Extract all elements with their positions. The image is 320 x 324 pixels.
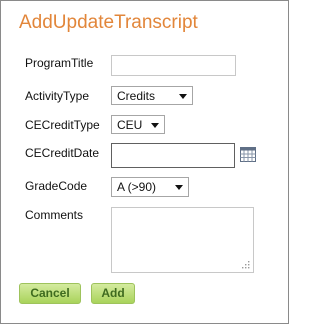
ce-credit-type-select[interactable]: CEU (111, 115, 165, 134)
chevron-down-icon (151, 123, 159, 128)
grade-code-select[interactable]: A (>90) (111, 177, 189, 197)
form-title: AddUpdateTranscript (19, 12, 198, 33)
chevron-down-icon (179, 94, 187, 99)
activity-type-value: Credits (117, 89, 156, 103)
ce-credit-date-input[interactable] (111, 143, 235, 168)
ce-credit-type-label: CECreditType (25, 118, 100, 132)
add-button[interactable]: Add (91, 283, 135, 304)
comments-label: Comments (25, 208, 84, 222)
grade-code-label: GradeCode (25, 179, 88, 193)
resize-grip-icon[interactable] (242, 261, 250, 269)
chevron-down-icon (175, 185, 183, 190)
grade-code-value: A (>90) (117, 180, 157, 194)
program-title-input[interactable] (111, 55, 236, 76)
cancel-button[interactable]: Cancel (19, 283, 81, 304)
activity-type-label: ActivityType (25, 89, 90, 103)
program-title-label: ProgramTitle (25, 56, 94, 70)
calendar-icon[interactable] (240, 147, 256, 162)
activity-type-select[interactable]: Credits (111, 86, 193, 105)
ce-credit-date-label: CECreditDate (25, 146, 100, 160)
ce-credit-type-value: CEU (117, 118, 143, 132)
comments-textarea[interactable] (111, 207, 254, 273)
transcript-form-panel: AddUpdateTranscript ProgramTitle Activit… (0, 0, 289, 324)
